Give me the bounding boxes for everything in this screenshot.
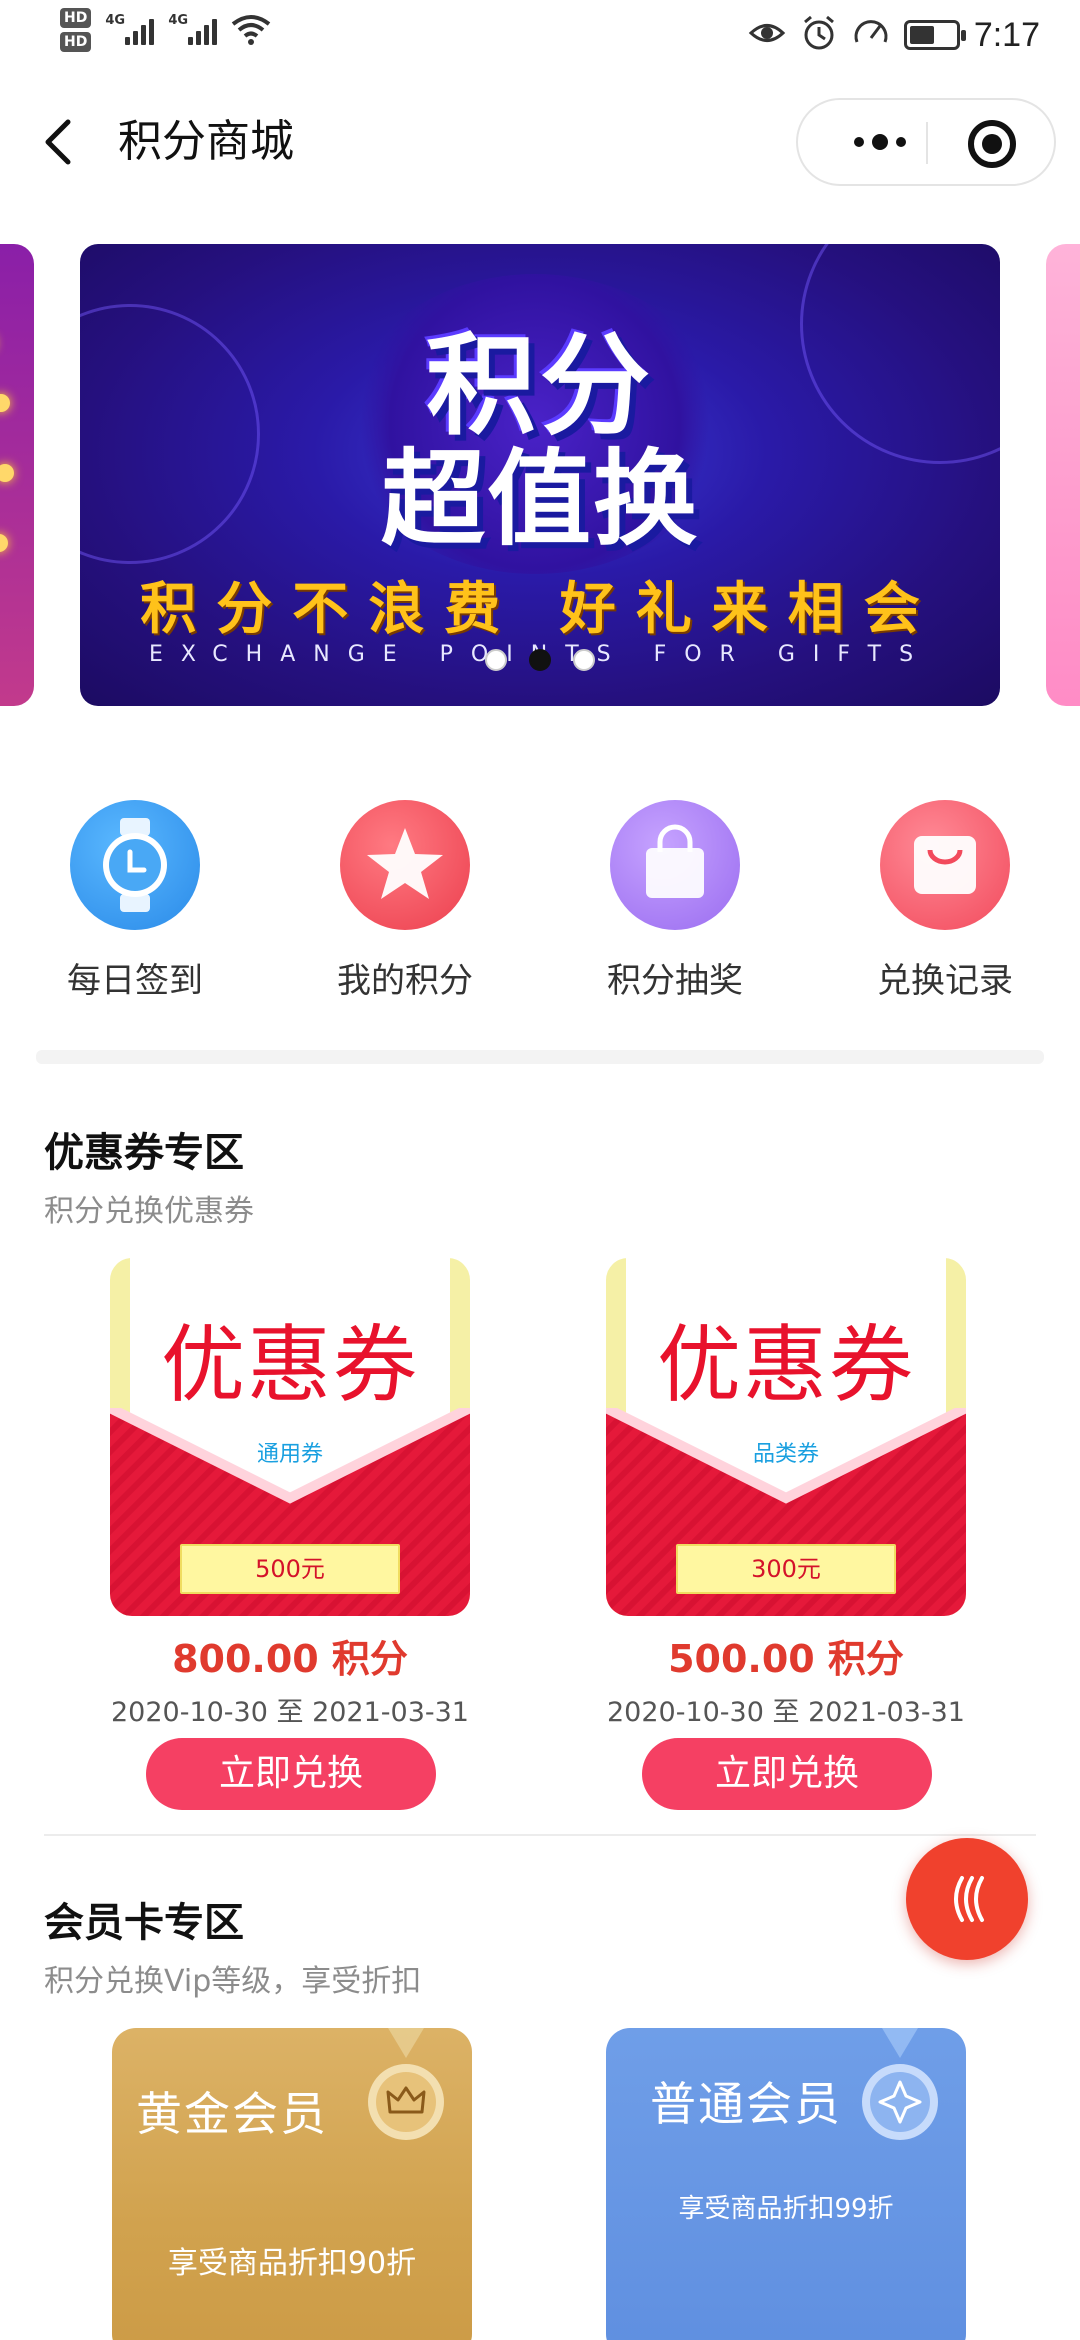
quick-item-label: 我的积分 [337,961,473,1001]
coupon-type: 品类券 [752,1442,819,1467]
member-card-normal[interactable]: 普通会员 享受商品折扣99折 [606,2028,966,2340]
exchange-button[interactable]: 立即兑换 [642,1738,932,1810]
coupon-amount: 300元 [676,1544,896,1594]
banner-slogan: 积分不浪费 好礼来相会 [140,576,940,642]
network-type-1: 4G [105,13,126,28]
quick-item-points-lottery[interactable]: 积分抽奖 [575,800,775,1004]
member-card-desc: 享受商品折扣90折 [167,2246,417,2281]
coupon-heading: 优惠券 [160,1316,419,1414]
alarm-icon [800,14,838,56]
status-time: 7:17 [973,15,1040,54]
banner-headline-2: 超值换 [380,438,699,560]
coupon-type: 通用券 [256,1442,323,1467]
coupon-heading: 优惠券 [656,1316,915,1414]
back-button[interactable] [36,112,84,172]
capsule-divider [926,122,928,164]
carousel-dot[interactable] [573,649,595,671]
banner-prev-slide[interactable] [0,244,34,706]
miniprogram-capsule [796,98,1056,186]
coupon-section-subtitle: 积分兑换优惠券 [44,1194,254,1229]
quick-item-daily-checkin[interactable]: 每日签到 [35,800,235,1004]
coupon-card[interactable]: 优惠券 品类券 300元 [606,1258,966,1616]
nav-bar: 积分商城 [0,72,1080,212]
section-divider [36,1050,1044,1064]
coupon-validity: 2020-10-30 至 2021-03-31 [607,1697,965,1728]
watch-icon [70,800,200,930]
member-section-subtitle: 积分兑换Vip等级，享受折扣 [44,1964,422,1999]
star-medal-icon [852,2028,948,2148]
member-card-name: 黄金会员 [136,2087,328,2141]
battery-fill [909,26,934,44]
carousel-dot[interactable] [485,649,507,671]
status-bar: HD HD 4G 4G 7:17 [0,0,1080,72]
battery-icon [903,20,966,50]
close-miniprogram-button[interactable] [968,120,1016,168]
section-divider [44,1834,1036,1836]
member-card-desc: 享受商品折扣99折 [678,2194,894,2224]
member-card-name: 普通会员 [650,2077,842,2131]
quick-item-label: 每日签到 [67,961,203,1001]
hd-badge-1: HD [60,8,92,28]
quick-item-exchange-records[interactable]: 兑换记录 [845,800,1045,1004]
status-left: HD HD 4G 4G [60,8,271,52]
carousel-dot-active[interactable] [529,649,551,671]
status-right: 7:17 [748,14,1040,56]
speed-icon [852,14,890,56]
page-title: 积分商城 [118,116,294,167]
eye-icon [748,14,786,56]
quick-item-my-points[interactable]: 我的积分 [305,800,505,1004]
wifi-icon [231,14,271,46]
exchange-button[interactable]: 立即兑换 [146,1738,436,1810]
signal-1-icon: 4G [105,13,155,45]
crown-medal-icon [358,2028,454,2148]
gift-bag-icon [880,800,1010,930]
coupon-card[interactable]: 优惠券 通用券 500元 [110,1258,470,1616]
coupon-section-title: 优惠券专区 [44,1130,244,1176]
hd-indicators: HD HD [60,8,92,52]
banner-carousel[interactable]: 积分 超值换 积分不浪费 好礼来相会 EXCHANGE POINTS FOR G… [0,244,1080,706]
quick-item-label: 兑换记录 [877,961,1013,1001]
member-card-gold[interactable]: 黄金会员 享受商品折扣90折 [112,2028,472,2340]
member-section-title: 会员卡专区 [44,1900,244,1946]
coupon-validity: 2020-10-30 至 2021-03-31 [111,1697,469,1728]
chevron-left-icon [45,119,71,165]
signal-2-icon: 4G [168,13,218,45]
quick-item-label: 积分抽奖 [607,961,743,1001]
wave-lines-icon [954,1876,984,1922]
hd-badge-2: HD [60,32,92,52]
network-type-2: 4G [168,13,189,28]
coupon-points: 800.00 积分 [172,1637,408,1681]
banner-next-slide[interactable] [1046,244,1080,706]
coupon-points: 500.00 积分 [668,1637,904,1681]
floating-action-button[interactable] [906,1838,1028,1960]
banner-slide[interactable]: 积分 超值换 积分不浪费 好礼来相会 EXCHANGE POINTS FOR G… [80,244,1000,706]
quick-menu: 每日签到 我的积分 积分抽奖 兑换记录 [0,800,1080,1010]
coupon-amount: 500元 [180,1544,400,1594]
more-button[interactable] [830,100,930,184]
coupon-paper: 优惠券 通用券 500元 [110,1258,470,1616]
shopping-bag-icon [610,800,740,930]
coupon-paper: 优惠券 品类券 300元 [606,1258,966,1616]
carousel-dots [80,649,1000,671]
star-icon [340,800,470,930]
